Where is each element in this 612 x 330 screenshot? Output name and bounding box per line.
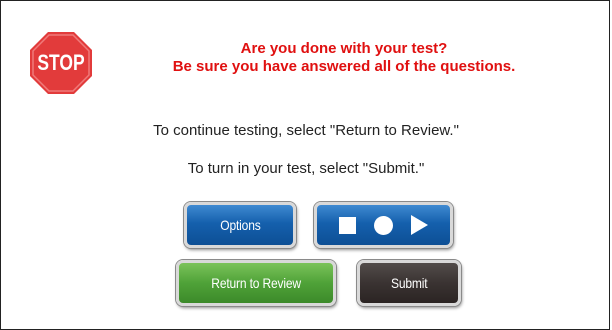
media-controls-button[interactable] — [314, 202, 453, 248]
stop-icon[interactable] — [339, 216, 356, 234]
continue-instruction: To continue testing, select "Return to R… — [153, 122, 459, 139]
options-button-label: Options — [219, 217, 261, 233]
record-icon[interactable] — [374, 215, 393, 235]
turn-in-instruction: To turn in your test, select "Submit." — [187, 160, 425, 177]
return-to-review-button[interactable]: Return to Review — [176, 260, 336, 306]
stop-sign-icon: STOP — [30, 32, 92, 94]
submit-button-label: Submit — [390, 275, 428, 291]
confirm-dialog: STOP Are you done with your test? Be sur… — [0, 0, 610, 330]
heading-line-1: Are you done with your test? — [240, 40, 448, 57]
options-button[interactable]: Options — [184, 202, 296, 248]
play-icon[interactable] — [411, 215, 428, 235]
heading-line-2: Be sure you have answered all of the que… — [172, 58, 516, 75]
submit-button[interactable]: Submit — [357, 260, 461, 306]
dialog-heading: Are you done with your test? Be sure you… — [109, 40, 579, 76]
return-to-review-label: Return to Review — [211, 275, 301, 291]
stop-sign-label: STOP — [37, 51, 84, 75]
